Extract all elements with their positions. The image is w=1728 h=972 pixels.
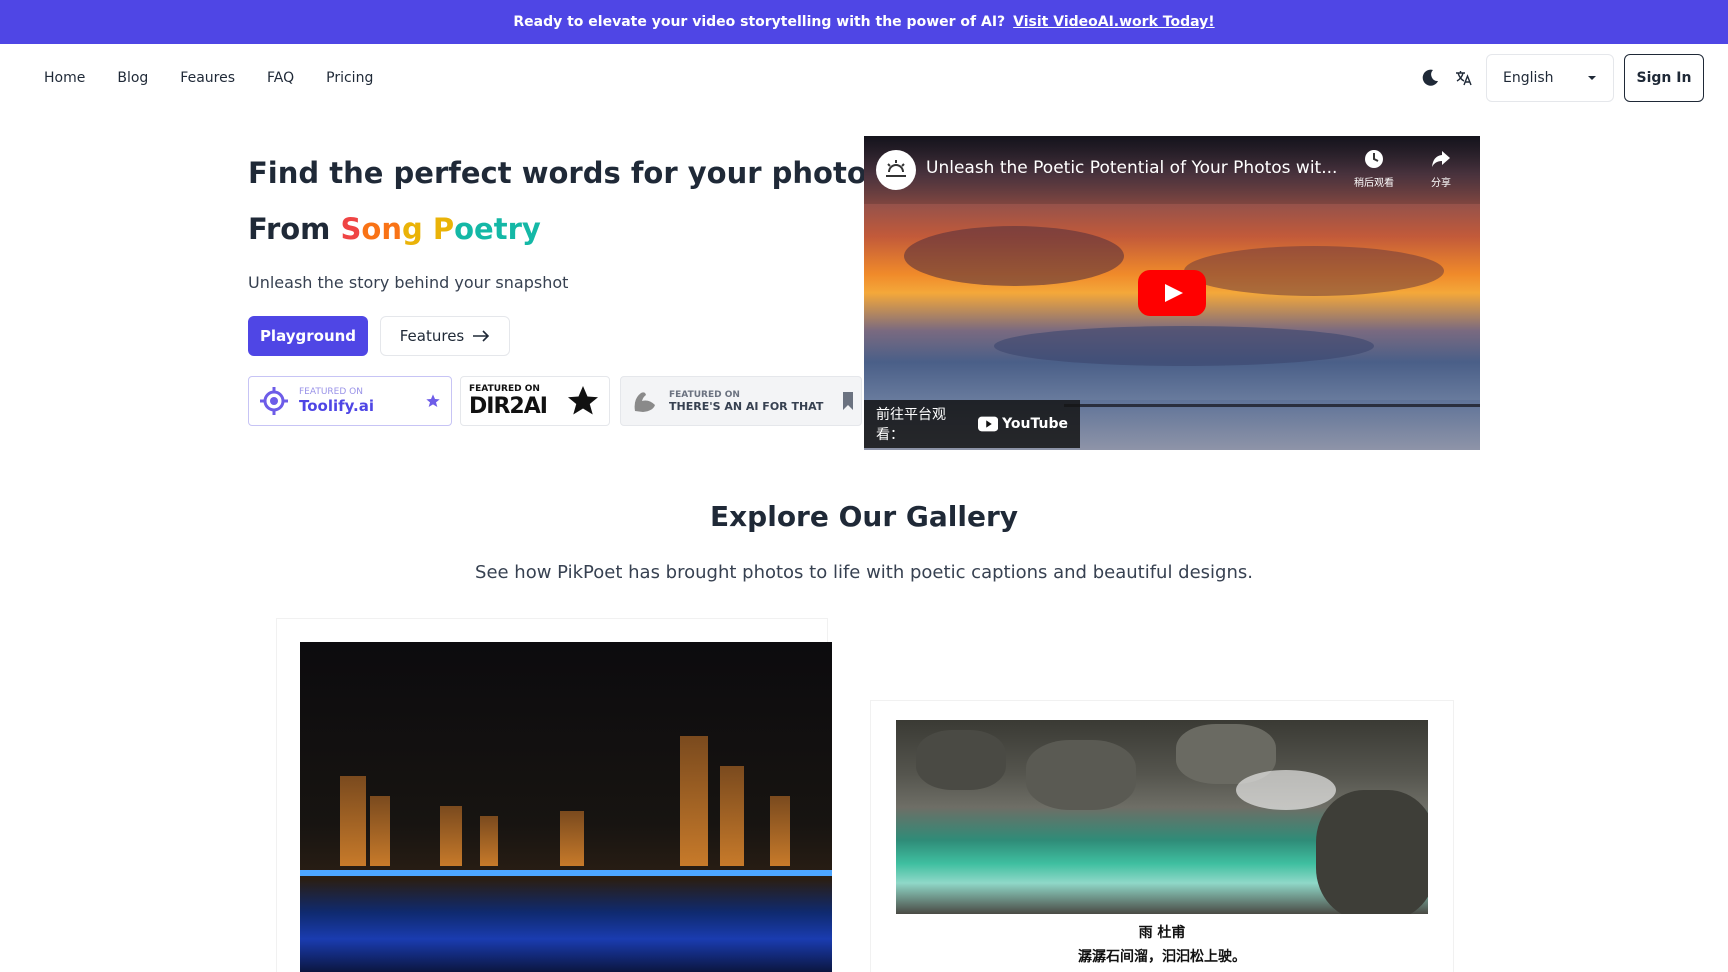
- share-icon: [1432, 151, 1450, 167]
- cloud-shape: [994, 326, 1374, 366]
- waterfall-shape: [1236, 770, 1336, 810]
- hero-from-text: From: [248, 212, 331, 246]
- building-shape: [370, 796, 390, 866]
- video-title[interactable]: Unleash the Poetic Potential of Your Pho…: [926, 158, 1337, 178]
- building-shape: [770, 796, 790, 866]
- moon-icon[interactable]: [1418, 66, 1442, 90]
- toolify-badge-name: Toolify.ai: [299, 397, 375, 415]
- building-shape: [560, 811, 584, 866]
- share-action[interactable]: 分享: [1430, 148, 1452, 189]
- poem-line: 潺潺石间溜，汩汩松上驶。: [1078, 949, 1246, 965]
- hero-highlight-1: S: [340, 212, 362, 246]
- gallery-subtitle: See how PikPoet has brought photos to li…: [475, 562, 1253, 583]
- dir2ai-badge[interactable]: FEATURED ON DIR2AI: [460, 376, 610, 426]
- nav-links: Home Blog Feaures FAQ Pricing: [44, 44, 373, 112]
- hero-title: Find the perfect words for your photos: [248, 156, 885, 190]
- nav-pricing[interactable]: Pricing: [326, 70, 373, 86]
- play-icon: [1165, 284, 1183, 302]
- watch-on-label: 前往平台观看：: [876, 407, 946, 443]
- building-shape: [720, 766, 744, 866]
- language-value: English: [1503, 70, 1554, 86]
- bookmark-icon: [843, 392, 853, 410]
- channel-avatar[interactable]: [876, 150, 916, 190]
- building-shape: [440, 806, 462, 866]
- taaft-badge[interactable]: FEATURED ON THERE'S AN AI FOR THAT: [620, 376, 862, 426]
- nav-home[interactable]: Home: [44, 70, 85, 86]
- features-button-label: Features: [399, 327, 465, 345]
- watch-later-label: 稍后观看: [1354, 178, 1394, 189]
- gallery-photo-river: [896, 720, 1428, 914]
- rock-shape: [916, 730, 1006, 790]
- nav-actions: English Sign In: [1418, 54, 1704, 102]
- nav-blog[interactable]: Blog: [117, 70, 148, 86]
- chevron-down-icon: [1588, 76, 1596, 80]
- building-shape: [680, 736, 708, 866]
- language-select[interactable]: English: [1486, 54, 1614, 102]
- star-icon: [568, 386, 598, 415]
- toolify-logo-icon: [260, 387, 288, 415]
- taaft-badge-small: FEATURED ON: [669, 389, 740, 400]
- hero-highlight-5: P: [422, 212, 455, 246]
- arrow-right-icon: [473, 330, 490, 342]
- top-nav: Home Blog Feaures FAQ Pricing English Si…: [0, 44, 1728, 112]
- hero-highlight-6: oetry: [454, 212, 541, 246]
- sign-in-button[interactable]: Sign In: [1624, 54, 1704, 102]
- bridge-lights-shape: [300, 870, 832, 876]
- hero-highlight-4: g: [402, 212, 423, 246]
- play-button[interactable]: [1138, 270, 1206, 316]
- youtube-label: YouTube: [1002, 416, 1068, 432]
- banner-link[interactable]: Visit VideoAI.work Today!: [1013, 14, 1214, 30]
- star-icon: [426, 394, 440, 407]
- bridge-shape: [1064, 404, 1480, 407]
- banner-text: Ready to elevate your video storytelling…: [513, 14, 1006, 30]
- clock-icon: [1365, 150, 1383, 168]
- rock-shape: [1026, 740, 1136, 810]
- toolify-badge-small: FEATURED ON: [299, 387, 363, 397]
- dir2ai-badge-name: DIR2AI: [469, 393, 548, 419]
- video-actions: 稍后观看 分享: [1354, 148, 1452, 189]
- building-shape: [340, 776, 366, 866]
- arm-logo-icon: [634, 392, 655, 412]
- nav-features[interactable]: Feaures: [180, 70, 235, 86]
- taaft-badge-name: THERE'S AN AI FOR THAT: [669, 399, 824, 413]
- hero-subtitle: Unleash the story behind your snapshot: [248, 273, 569, 292]
- sunrise-icon: [886, 160, 906, 177]
- hero-highlight-2: o: [361, 212, 382, 246]
- cloud-shape: [1184, 246, 1444, 296]
- watch-later-action[interactable]: 稍后观看: [1354, 148, 1394, 189]
- video-embed[interactable]: Unleash the Poetic Potential of Your Pho…: [864, 136, 1480, 450]
- features-button[interactable]: Features: [380, 316, 510, 356]
- promo-banner: Ready to elevate your video storytelling…: [0, 0, 1728, 44]
- nav-faq[interactable]: FAQ: [267, 70, 294, 86]
- building-shape: [480, 816, 498, 866]
- share-label: 分享: [1431, 178, 1451, 189]
- dir2ai-badge-small: FEATURED ON: [469, 383, 540, 394]
- playground-button[interactable]: Playground: [248, 316, 368, 356]
- gallery-photo-city: [300, 642, 832, 972]
- hero-highlight-3: n: [381, 212, 402, 246]
- watch-on-youtube-bar[interactable]: 前往平台观看： YouTube: [864, 400, 1080, 448]
- cloud-shape: [904, 226, 1124, 286]
- gallery-title: Explore Our Gallery: [709, 500, 1019, 533]
- translate-icon[interactable]: [1452, 66, 1476, 90]
- hero-title-from: From Song Poetry: [248, 212, 541, 246]
- toolify-badge[interactable]: FEATURED ON Toolify.ai: [248, 376, 452, 426]
- rock-shape: [1316, 790, 1428, 914]
- poem-title: 雨 杜甫: [1138, 925, 1186, 941]
- youtube-logo-icon: [977, 416, 999, 432]
